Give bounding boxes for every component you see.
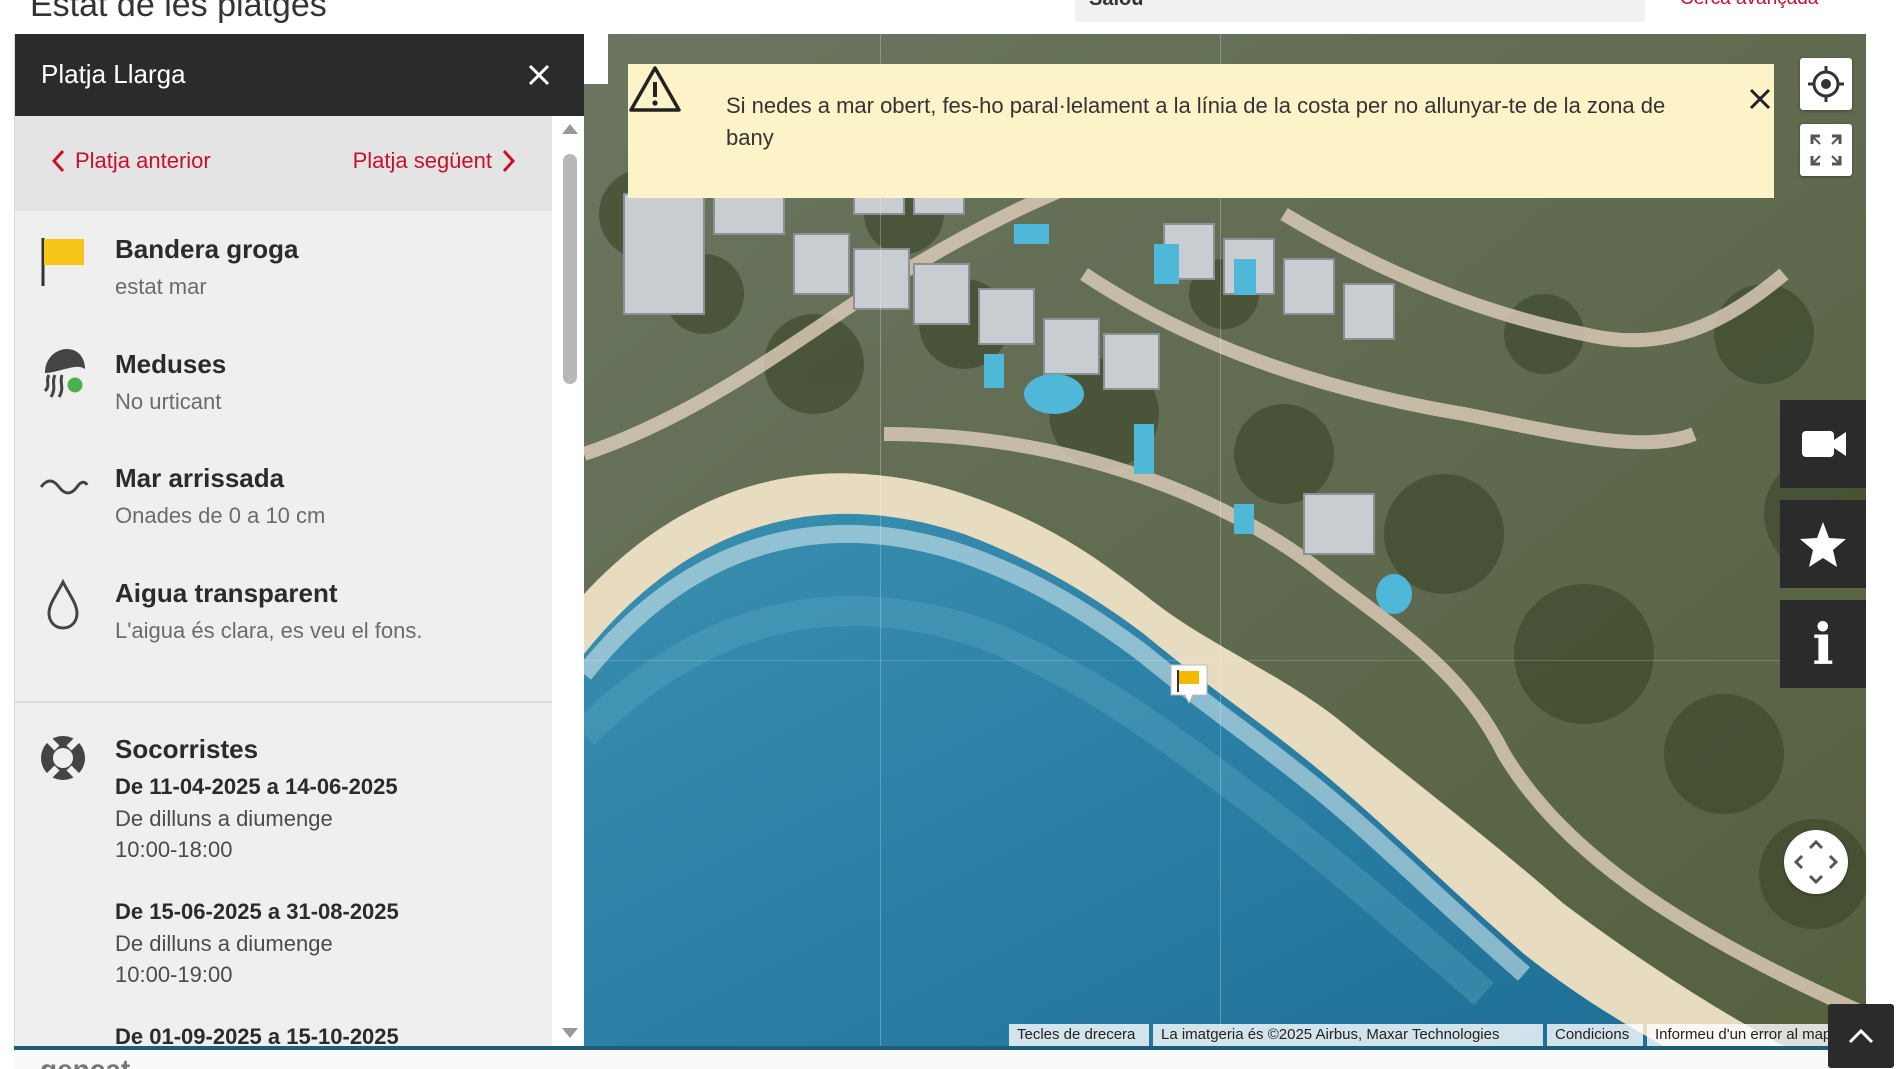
jellyfish-title: Meduses [115,349,227,379]
water-status: Aigua transparent L'aigua és clara, es v… [15,570,552,670]
search-input[interactable]: Salou [1075,0,1645,22]
lifeguards-title: Socorristes [115,734,259,764]
jellyfish-icon [43,349,86,398]
expand-icon [1810,134,1842,166]
beach-flag-marker[interactable] [1168,662,1210,706]
panel-body: Platja anterior Platja següent Bandera g… [15,116,552,1046]
page-footer: gencat [14,1050,1864,1069]
search-value: Salou [1089,0,1143,11]
water-subtitle: L'aigua és clara, es veu el fons. [115,618,423,643]
period-dates: De 11-04-2025 a 14-06-2025 [115,774,398,799]
favorite-button[interactable] [1780,500,1866,588]
section-divider [15,701,552,703]
previous-beach-link[interactable]: Platja anterior [51,148,211,174]
flag-subtitle: estat mar [115,274,207,299]
water-drop-icon [47,578,79,630]
beach-navigation: Platja anterior Platja següent [15,116,552,211]
scroll-thumb[interactable] [563,154,577,384]
period-dates: De 01-09-2025 a 15-10-2025 [115,1024,399,1046]
water-title: Aigua transparent [115,578,338,608]
page-title: Estat de les platges [30,0,327,24]
sea-subtitle: Onades de 0 a 10 cm [115,503,326,528]
panel-close-button[interactable] [520,56,558,94]
my-location-button[interactable] [1800,58,1852,110]
panel-scrollbar[interactable] [555,116,585,1046]
info-button[interactable]: i [1780,600,1866,688]
beach-detail-panel: Platja Llarga Platja anterior Platja seg… [14,34,585,1046]
previous-beach-label: Platja anterior [75,148,211,173]
lifeguards-section: Socorristes De 11-04-2025 a 14-06-2025 D… [15,726,552,1046]
scroll-up-arrow[interactable] [562,124,578,134]
period-dates: De 15-06-2025 a 31-08-2025 [115,899,399,924]
map-view[interactable]: Si nedes a mar obert, fes-ho paral·lelam… [584,34,1866,1046]
period-days: De dilluns a diumenge [115,931,333,956]
jellyfish-subtitle: No urticant [115,389,222,414]
chevron-right-icon [502,149,516,173]
flag-status: Bandera groga estat mar [15,226,552,326]
flag-marker-icon [1170,664,1208,705]
jellyfish-status: Meduses No urticant [15,341,552,441]
fullscreen-button[interactable] [1800,124,1852,176]
recenter-button[interactable] [1784,830,1848,894]
keyboard-shortcuts-link[interactable]: Tecles de drecera [1009,1024,1149,1046]
waves-icon [39,479,89,495]
lifebuoy-icon [41,736,85,780]
star-icon [1800,522,1846,567]
close-icon [528,64,550,86]
panel-header: Platja Llarga [15,34,585,116]
video-camera-icon [1802,431,1846,457]
safety-alert: Si nedes a mar obert, fes-ho paral·lelam… [628,64,1774,198]
gencat-logo: gencat [40,1054,130,1069]
alert-message: Si nedes a mar obert, fes-ho paral·lelam… [726,93,1666,150]
crosshair-icon [1808,66,1844,102]
warning-icon [629,66,681,112]
sea-title: Mar arrissada [115,463,285,493]
chevron-left-icon [51,149,65,173]
period-days: De dilluns a diumenge [115,806,333,831]
close-icon [1749,88,1771,110]
back-to-top-button[interactable] [1828,1004,1894,1068]
panel-collapse-tab[interactable] [584,34,608,84]
webcam-button[interactable] [1780,400,1866,488]
beach-name: Platja Llarga [41,59,186,89]
period-hours: 10:00-18:00 [115,837,233,862]
alert-close-button[interactable] [1743,82,1777,116]
info-icon: i [1812,612,1834,678]
scroll-down-arrow[interactable] [562,1028,578,1038]
move-arrows-icon [1793,839,1839,885]
terms-link[interactable]: Condicions [1547,1024,1643,1046]
sea-status: Mar arrissada Onades de 0 a 10 cm [15,455,552,555]
yellow-flag-icon [41,238,84,286]
flag-title: Bandera groga [115,234,299,264]
advanced-search-link[interactable]: Cerca avançada [1680,0,1818,10]
top-bar: Estat de les platges Salou Cerca avançad… [0,0,1900,34]
chevron-up-icon [1848,1028,1874,1044]
next-beach-label: Platja següent [352,148,492,173]
period-hours: 10:00-19:00 [115,962,233,987]
next-beach-link[interactable]: Platja següent [353,148,516,174]
map-tile-seam [584,660,1866,661]
app-root: Estat de les platges Salou Cerca avançad… [0,0,1900,1069]
imagery-attribution: La imatgeria és ©2025 Airbus, Maxar Tech… [1153,1024,1543,1046]
